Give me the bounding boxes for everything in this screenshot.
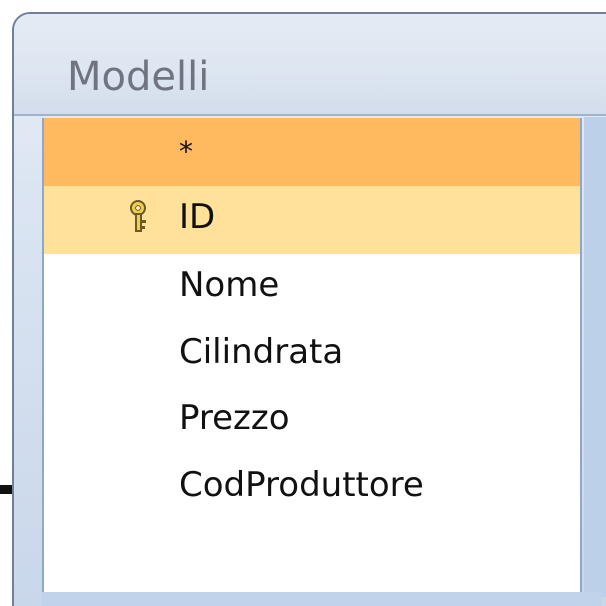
field-label-all: *	[179, 135, 193, 168]
field-label-codproduttore: CodProduttore	[179, 465, 424, 505]
database-relationship-canvas: Modelli * ID Nome Cilindrata Prezzo CodP…	[0, 0, 606, 606]
field-row-prezzo[interactable]: Prezzo	[44, 387, 580, 454]
table-title: Modelli	[67, 54, 210, 100]
field-row-cilindrata[interactable]: Cilindrata	[44, 321, 580, 388]
table-title-bar[interactable]: Modelli	[14, 14, 606, 116]
field-row-codproduttore[interactable]: CodProduttore	[44, 454, 580, 521]
field-list[interactable]: * ID Nome Cilindrata Prezzo CodProduttor…	[42, 118, 582, 592]
field-row-nome[interactable]: Nome	[44, 254, 580, 321]
field-row-all[interactable]: *	[44, 118, 580, 186]
field-label-nome: Nome	[179, 265, 280, 305]
relationship-line-connector[interactable]	[0, 485, 12, 494]
field-label-id: ID	[179, 197, 216, 237]
primary-key-icon	[126, 200, 150, 236]
right-window-frame	[584, 117, 606, 597]
modelli-table-window[interactable]: Modelli * ID Nome Cilindrata Prezzo CodP…	[12, 12, 606, 606]
table-window-bottom-frame	[42, 592, 602, 606]
field-label-cilindrata: Cilindrata	[179, 332, 344, 372]
field-row-id[interactable]: ID	[44, 186, 580, 254]
field-label-prezzo: Prezzo	[179, 398, 290, 438]
